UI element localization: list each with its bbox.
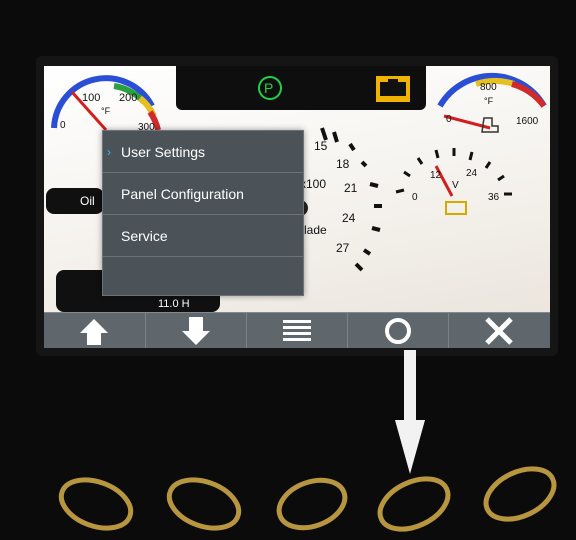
down-arrow-icon: [182, 317, 210, 345]
softkey-down[interactable]: [145, 313, 246, 348]
coolant-unit: °F: [101, 106, 111, 116]
menu-item-service[interactable]: Service: [103, 215, 303, 257]
hardware-button-5[interactable]: [478, 459, 562, 529]
voltage-tick-36: 36: [488, 192, 500, 203]
oil-label: Oil: [80, 194, 95, 208]
device-photo: 0 100 200 300 °F 0 800 1600 °F 15 18 21 …: [0, 0, 576, 540]
parking-brake-icon: P: [258, 76, 282, 100]
softkey-close[interactable]: [448, 313, 549, 348]
tach-tick-18: 18: [336, 157, 350, 171]
circle-select-icon: [385, 318, 411, 344]
tach-tick-24: 24: [342, 211, 356, 225]
menu-lines-icon: [283, 320, 311, 341]
battery-icon: [445, 201, 467, 215]
tach-tick-15: 15: [314, 139, 328, 153]
voltage-tick-0: 0: [412, 192, 418, 203]
menu-item-panel-configuration[interactable]: Panel Configuration: [103, 173, 303, 215]
menu-item-label: User Settings: [121, 144, 206, 160]
coolant-tick-200: 200: [119, 92, 137, 104]
menu-item-label: Panel Configuration: [121, 186, 244, 202]
coolant-gauge: 0 100 200 300 °F: [51, 75, 161, 133]
voltage-tick-12: 12: [430, 170, 442, 181]
softkey-bar: [44, 312, 550, 348]
hardware-button-2[interactable]: [163, 471, 246, 537]
tach-tick-27: 27: [336, 241, 350, 255]
close-x-icon: [485, 317, 513, 345]
hardware-button-4[interactable]: [372, 469, 456, 539]
oil-pill: Oil: [46, 188, 104, 214]
coolant-tick-100: 100: [82, 92, 100, 104]
coolant-tick-0: 0: [60, 120, 66, 131]
up-arrow-icon: [80, 319, 108, 345]
selected-chevron-icon: ›: [107, 145, 111, 159]
settings-menu: › User Settings Panel Configuration Serv…: [102, 130, 304, 296]
voltage-unit: V: [452, 180, 459, 191]
engine-warning-icon: [376, 76, 410, 102]
hours-readout: 11.0 H: [158, 298, 190, 310]
voltage-tick-24: 24: [466, 168, 478, 179]
softkey-up[interactable]: [44, 313, 144, 348]
menu-item-user-settings[interactable]: › User Settings: [103, 131, 303, 173]
tach-tick-21: 21: [344, 181, 358, 195]
exhaust-tick-1600: 1600: [516, 116, 539, 127]
exhaust-unit: °F: [484, 96, 494, 106]
exhaust-tick-800: 800: [480, 82, 497, 93]
softkey-menu[interactable]: [246, 313, 347, 348]
menu-item-label: Service: [121, 228, 168, 244]
indicator-bar: P: [176, 66, 426, 110]
hardware-buttons: [55, 459, 562, 539]
tachometer-gauge: 15 18 21 24 27 x100 Blade: [292, 127, 382, 272]
display-screen: 0 100 200 300 °F 0 800 1600 °F 15 18 21 …: [44, 66, 550, 348]
parking-brake-letter: P: [264, 80, 273, 96]
softkey-select[interactable]: [347, 313, 448, 348]
exhaust-tick-0: 0: [446, 114, 452, 125]
exhaust-gauge: 0 800 1600 °F: [437, 72, 547, 133]
voltage-gauge: 0 12 24 36 V: [395, 148, 512, 215]
hardware-button-3[interactable]: [273, 472, 352, 537]
hardware-button-1[interactable]: [55, 471, 138, 537]
